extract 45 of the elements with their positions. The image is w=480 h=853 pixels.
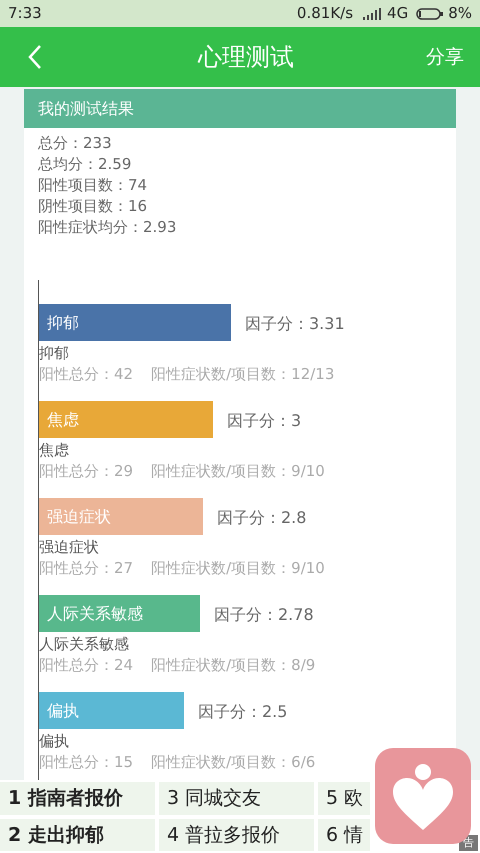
symptom-ratio: 阳性症状数/项目数：12/13 — [151, 364, 334, 385]
factor-label: 偏执 — [39, 731, 70, 752]
summary-line: 总均分：2.59 — [38, 154, 132, 175]
page-title: 心理测试 — [198, 42, 294, 73]
factor-score: 因子分：3 — [227, 410, 302, 432]
battery-icon — [416, 8, 444, 20]
network-type: 4G — [387, 3, 408, 24]
factor-score: 因子分：2.5 — [198, 701, 288, 723]
factor-score: 因子分：2.78 — [214, 604, 314, 626]
positive-total: 阳性总分：24 — [39, 655, 134, 676]
factor-label: 人际关系敏感 — [39, 634, 130, 655]
signal-icon — [361, 8, 384, 20]
symptom-ratio: 阳性症状数/项目数：8/9 — [151, 655, 316, 676]
factor-bar: 强迫症状 — [39, 498, 203, 535]
ad-link[interactable]: 5 欧 — [318, 782, 370, 814]
ad-link[interactable]: 4 普拉多报价 — [159, 818, 314, 851]
factor-score: 因子分：2.8 — [217, 507, 306, 529]
positive-total: 阳性总分：27 — [39, 558, 134, 579]
back-icon[interactable] — [28, 44, 42, 70]
ad-link[interactable]: 3 同城交友 — [159, 782, 314, 814]
status-time: 7:33 — [8, 3, 42, 24]
symptom-ratio: 阳性症状数/项目数：9/10 — [151, 558, 325, 579]
network-speed: 0.81K/s — [296, 3, 354, 24]
ad-link[interactable]: 6 情 — [318, 818, 370, 851]
summary-line: 总分：233 — [38, 133, 113, 154]
summary-line: 阴性项目数：16 — [38, 196, 148, 217]
positive-total: 阳性总分：15 — [39, 752, 134, 773]
ad-link[interactable]: 1 指南者报价 — [0, 782, 155, 814]
battery-level: 8% — [448, 3, 472, 24]
factor-bar: 抑郁 — [39, 304, 231, 341]
symptom-ratio: 阳性症状数/项目数：9/10 — [151, 461, 325, 482]
factor-bar: 偏执 — [39, 692, 184, 729]
factor-bar: 焦虑 — [39, 401, 213, 438]
factor-label: 强迫症状 — [39, 537, 100, 558]
factor-bar: 人际关系敏感 — [39, 595, 200, 632]
symptom-ratio: 阳性症状数/项目数：6/6 — [151, 752, 316, 773]
ad-link[interactable]: 2 走出抑郁 — [0, 818, 155, 851]
positive-total: 阳性总分：29 — [39, 461, 134, 482]
factor-score: 因子分：3.31 — [245, 313, 345, 335]
factor-label: 抑郁 — [39, 343, 70, 364]
summary-line: 阳性项目数：74 — [38, 175, 148, 196]
factor-label: 焦虑 — [39, 440, 70, 461]
card-header: 我的测试结果 — [24, 89, 456, 128]
positive-total: 阳性总分：42 — [39, 364, 134, 385]
summary-line: 阳性症状均分：2.93 — [38, 217, 178, 238]
